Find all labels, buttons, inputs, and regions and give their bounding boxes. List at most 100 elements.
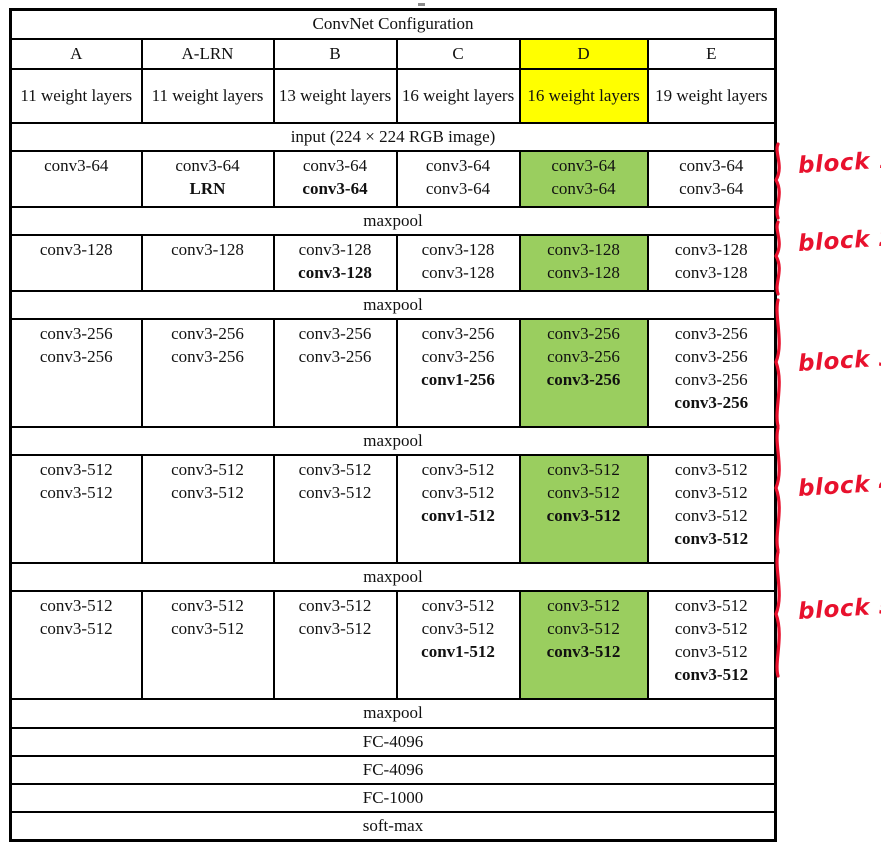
layer-label: conv3-128 [171,240,244,260]
input-band-label: input (224 × 224 RGB image) [9,121,777,153]
layer-label: conv3-128 [547,240,620,260]
maxpool-band-4: maxpool [9,562,777,593]
layer-label: conv3-512 [298,460,372,480]
block5-cell-a: conv3-512 conv3-512 [9,590,143,701]
layer-label: conv3-256 [171,324,244,344]
fc-1000-label: FC-1000 [9,782,777,813]
layer-label: conv3-64 [302,156,368,176]
layer-label: conv3-512 [421,460,495,480]
block2-cell-d: conv3-128 conv3-128 [518,234,649,293]
block4-row: conv3-512 conv3-512 conv3-512 conv3-512 co… [9,454,777,565]
convnet-configuration-table: ConvNet Configuration A A-LRN B C D E 11… [9,8,778,842]
block5-annotation-label: block 5 [797,593,881,625]
block5-cell-a-lrn: conv3-512 conv3-512 [140,590,275,701]
layer-label: conv3-512 [171,483,244,503]
block5-cell-d: conv3-512 conv3-512 conv3-512 [518,590,649,701]
page-title: ConvNet Configuration [9,8,777,40]
block3-row: conv3-256 conv3-256 conv3-256 conv3-256 co… [9,318,777,429]
block1-row: conv3-64 conv3-64 LRN conv3-64 conv3-64 co… [9,150,777,209]
weight-layers-a-line2: layers [91,85,133,105]
layer-label: conv3-512 [547,619,620,639]
layer-label: conv3-512 [547,483,620,503]
block4-annotation-label: block 4 [797,470,881,502]
layer-label: conv3-128 [39,240,113,260]
layer-label: conv3-512 [674,619,748,639]
maxpool-band-1: maxpool [9,206,777,237]
layer-label: conv3-256 [547,324,620,344]
layer-label: conv3-512 [39,483,113,503]
weight-layers-d-line2: layers [599,85,640,105]
maxpool-label-4: maxpool [9,562,777,593]
layer-label: conv3-512 [171,619,244,639]
weight-layers-c-line1: 16 weight [401,85,470,105]
block1-cell-a-lrn: conv3-64 LRN [140,150,275,209]
block2-cell-c: conv3-128 conv3-128 [395,234,521,293]
block3-annotation-label: block 3 [797,345,881,377]
fc-1000-band: FC-1000 [9,782,777,813]
layer-label: conv3-256 [298,347,372,367]
block4-cell-c: conv3-512 conv3-512 conv1-512 [395,454,521,565]
layer-label: conv3-256 [421,324,495,344]
maxpool-band-5: maxpool [9,698,777,729]
layer-label: conv3-256 [674,370,748,390]
block3-cell-b: conv3-256 conv3-256 [272,318,398,429]
layer-label: conv1-512 [421,506,495,526]
config-name-c: C [395,38,521,70]
weight-layers-d: 16 weight layers [518,68,649,124]
block2-cell-a: conv3-128 [9,234,143,293]
layer-label: conv3-512 [171,596,244,616]
layer-label: conv3-256 [421,347,495,367]
block1-cell-e: conv3-64 conv3-64 [646,150,777,209]
layer-label: conv3-64 [425,156,491,176]
figure-root: ConvNet Configuration A A-LRN B C D E 11… [0,0,881,842]
layer-label: conv3-256 [39,347,113,367]
block5-cell-e: conv3-512 conv3-512 conv3-512 conv3-512 [646,590,777,701]
maxpool-band-3: maxpool [9,426,777,457]
weight-layers-e-line2: layers [726,85,768,105]
maxpool-band-2: maxpool [9,290,777,321]
config-name-d: D [518,38,649,70]
block3-cell-a-lrn: conv3-256 conv3-256 [140,318,275,429]
block3-cell-e: conv3-256 conv3-256 conv3-256 conv3-256 [646,318,777,429]
weight-layers-e-line1: 19 weight [655,85,723,105]
layer-label: conv3-128 [674,240,748,260]
layer-label: conv3-64 [679,179,744,199]
convnet-configuration-table-wrapper: ConvNet Configuration A A-LRN B C D E 11… [9,8,778,842]
block1-annotation-label: block 1 [797,147,881,179]
block5-cell-b: conv3-512 conv3-512 [272,590,398,701]
layer-label: conv3-512 [298,619,372,639]
weight-layers-a-lrn: 11 weight layers [140,68,275,124]
layer-label: conv3-512 [546,506,621,526]
layer-label: conv3-512 [421,619,495,639]
config-name-b: B [272,38,398,70]
block5-row: conv3-512 conv3-512 conv3-512 conv3-512 co… [9,590,777,701]
layer-label: conv3-512 [674,460,748,480]
block2-cell-b: conv3-128 conv3-128 [272,234,398,293]
weight-layers-a-lrn-line1: 11 weight [151,85,219,105]
block2-annotation-label: block 2 [797,225,881,257]
layer-label: conv3-64 [551,179,616,199]
layer-label: conv3-64 [175,156,240,176]
layer-label: conv3-128 [421,263,495,283]
layer-label: conv3-512 [39,596,113,616]
layer-label: conv3-128 [298,240,372,260]
layer-label: conv3-64 [679,156,744,176]
weight-layers-b-line1: 13 weight [278,85,347,105]
fc-4096-label-1: FC-4096 [9,726,777,757]
layer-label: conv3-512 [171,460,244,480]
block5-cell-c: conv3-512 conv3-512 conv1-512 [395,590,521,701]
maxpool-label-5: maxpool [9,698,777,729]
config-name-row: A A-LRN B C D E [9,38,777,70]
layer-label: conv3-512 [546,642,621,662]
layer-label: conv3-256 [674,324,748,344]
weight-layers-c: 16 weight layers [395,68,521,124]
weight-layers-c-line2: layers [473,85,515,105]
fc-4096-band-2: FC-4096 [9,754,777,785]
layer-label: conv3-512 [674,506,748,526]
maxpool-label-3: maxpool [9,426,777,457]
layer-label: conv3-512 [39,460,113,480]
layer-label: conv3-512 [421,596,495,616]
maxpool-label-2: maxpool [9,290,777,321]
layer-label: conv3-64 [302,179,368,199]
layer-label: conv3-256 [674,393,749,413]
